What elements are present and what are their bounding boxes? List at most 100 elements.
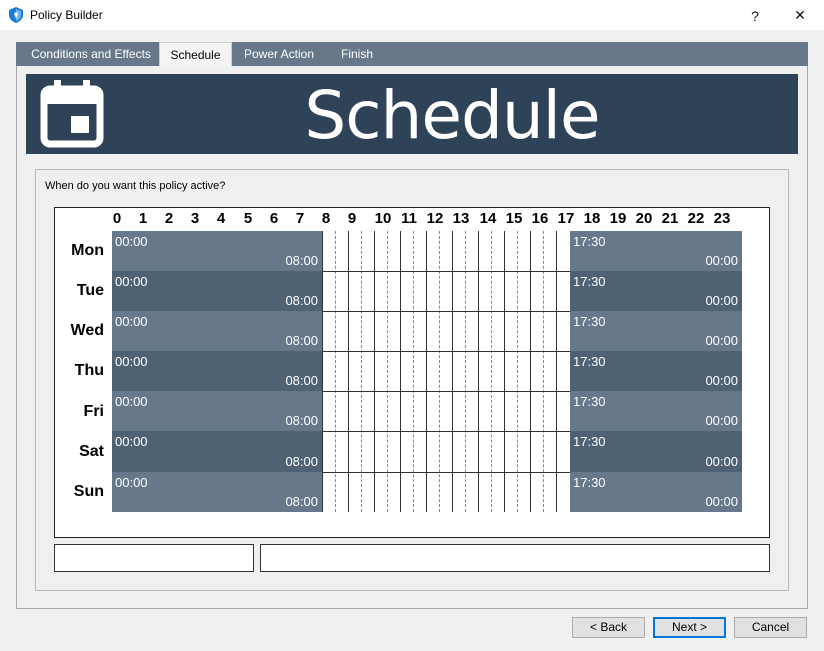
tab-finish[interactable]: Finish	[332, 42, 382, 66]
block-start-time: 00:00	[115, 354, 148, 369]
half-hour-gridline	[387, 231, 388, 512]
tab-power-action[interactable]: Power Action	[237, 42, 321, 66]
block-end-time: 08:00	[285, 494, 318, 509]
schedule-block[interactable]: 17:30 00:00	[570, 431, 742, 472]
schedule-block[interactable]: 00:00 08:00	[112, 351, 322, 391]
hour-label: 3	[190, 210, 200, 227]
hour-label: 17	[557, 210, 575, 227]
schedule-block[interactable]: 17:30 00:00	[570, 351, 742, 391]
hour-label: 16	[531, 210, 549, 227]
block-end-time: 00:00	[705, 413, 738, 428]
header-banner: Schedule	[26, 74, 798, 154]
cancel-button[interactable]: Cancel	[734, 617, 807, 638]
block-end-time: 08:00	[285, 253, 318, 268]
hour-label: 9	[347, 210, 357, 227]
day-label-sat: Sat	[79, 443, 104, 460]
hour-label: 10	[374, 210, 392, 227]
hour-label: 8	[321, 210, 331, 227]
block-end-time: 00:00	[705, 293, 738, 308]
hour-label: 14	[479, 210, 497, 227]
hour-label: 22	[687, 210, 705, 227]
hour-gridline	[348, 231, 349, 512]
hour-label: 20	[635, 210, 653, 227]
half-hour-gridline	[335, 231, 336, 512]
hour-gridline	[400, 231, 401, 512]
hour-label: 6	[269, 210, 279, 227]
half-hour-gridline	[543, 231, 544, 512]
hour-gridline	[374, 231, 375, 512]
title-bar: Policy Builder ? ✕	[0, 0, 824, 31]
tab-conditions-and-effects[interactable]: Conditions and Effects	[22, 42, 160, 66]
day-label-tue: Tue	[76, 282, 104, 299]
hour-label: 19	[609, 210, 627, 227]
hour-label: 7	[295, 210, 305, 227]
block-end-time: 00:00	[705, 373, 738, 388]
hour-gridline	[556, 231, 557, 512]
hour-label: 18	[583, 210, 601, 227]
help-button[interactable]: ?	[732, 0, 778, 31]
block-start-time: 00:00	[115, 434, 148, 449]
schedule-block[interactable]: 00:00 08:00	[112, 231, 322, 271]
selection-detail-field[interactable]	[260, 544, 770, 572]
block-end-time: 00:00	[705, 494, 738, 509]
hour-label: 15	[505, 210, 523, 227]
half-hour-gridline	[465, 231, 466, 512]
hour-gridline	[504, 231, 505, 512]
hour-gridline	[478, 231, 479, 512]
block-end-time: 08:00	[285, 293, 318, 308]
schedule-block[interactable]: 00:00 08:00	[112, 391, 322, 431]
schedule-block[interactable]: 00:00 08:00	[112, 472, 322, 512]
schedule-block[interactable]: 17:30 00:00	[570, 271, 742, 311]
day-label-wed: Wed	[70, 322, 104, 339]
hour-label: 12	[426, 210, 444, 227]
half-hour-gridline	[439, 231, 440, 512]
schedule-block[interactable]: 00:00 08:00	[112, 311, 322, 351]
hour-gridline	[452, 231, 453, 512]
hour-gridline	[530, 231, 531, 512]
schedule-prompt: When do you want this policy active?	[45, 180, 226, 192]
half-hour-gridline	[491, 231, 492, 512]
block-start-time: 00:00	[115, 394, 148, 409]
hour-label: 21	[661, 210, 679, 227]
window-title: Policy Builder	[30, 8, 103, 22]
schedule-cells[interactable]: 00:00 08:00 17:30 00:00 00:00 08:00 17:3…	[112, 231, 742, 512]
block-start-time: 00:00	[115, 314, 148, 329]
block-start-time: 17:30	[573, 394, 606, 409]
block-start-time: 00:00	[115, 475, 148, 490]
block-start-time: 17:30	[573, 434, 606, 449]
hour-label: 1	[138, 210, 148, 227]
block-end-time: 00:00	[705, 333, 738, 348]
tab-schedule[interactable]: Schedule	[159, 42, 232, 66]
next-button[interactable]: Next >	[653, 617, 726, 638]
banner-title: Schedule	[304, 77, 600, 154]
block-start-time: 17:30	[573, 354, 606, 369]
schedule-block[interactable]: 17:30 00:00	[570, 472, 742, 512]
half-hour-gridline	[413, 231, 414, 512]
block-start-time: 00:00	[115, 234, 148, 249]
tab-strip: Conditions and Effects Schedule Power Ac…	[16, 42, 808, 66]
schedule-block[interactable]: 17:30 00:00	[570, 311, 742, 351]
hour-label: 2	[164, 210, 174, 227]
block-end-time: 08:00	[285, 373, 318, 388]
back-button[interactable]: < Back	[572, 617, 645, 638]
schedule-block[interactable]: 17:30 00:00	[570, 391, 742, 431]
close-button[interactable]: ✕	[777, 0, 823, 31]
schedule-block[interactable]: 17:30 00:00	[570, 231, 742, 271]
block-end-time: 08:00	[285, 454, 318, 469]
day-label-thu: Thu	[74, 362, 104, 379]
block-start-time: 17:30	[573, 234, 606, 249]
hour-gridline	[426, 231, 427, 512]
block-end-time: 08:00	[285, 413, 318, 428]
schedule-block[interactable]: 00:00 08:00	[112, 431, 322, 472]
hour-label: 4	[216, 210, 226, 227]
half-hour-gridline	[517, 231, 518, 512]
hour-label: 5	[243, 210, 253, 227]
block-start-time: 17:30	[573, 475, 606, 490]
block-end-time: 08:00	[285, 333, 318, 348]
schedule-block[interactable]: 00:00 08:00	[112, 271, 322, 311]
day-label-mon: Mon	[71, 242, 104, 259]
selection-start-field[interactable]	[54, 544, 254, 572]
hour-label: 11	[401, 210, 417, 227]
hour-gridline	[322, 231, 323, 512]
block-start-time: 17:30	[573, 314, 606, 329]
